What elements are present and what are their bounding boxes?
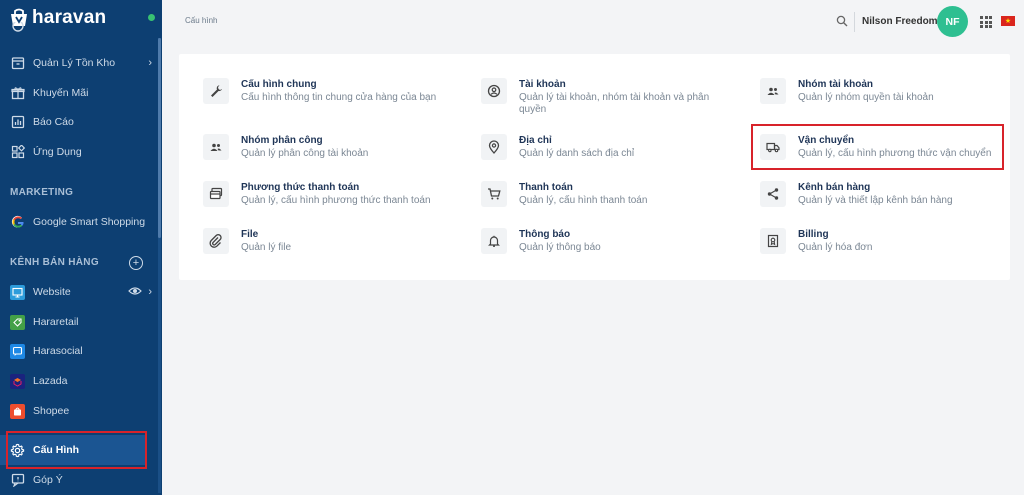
sidebar-item-label: Website bbox=[33, 286, 71, 298]
partial-icon bbox=[10, 22, 25, 34]
setting-account[interactable]: Tài khoản Quản lý tài khoản, nhóm tài kh… bbox=[481, 78, 731, 116]
top-header: Cấu hình Nilson Freedome NF ★ bbox=[162, 0, 1024, 44]
setting-desc: Quản lý file bbox=[241, 242, 292, 253]
app-grid-icon[interactable] bbox=[980, 16, 992, 28]
setting-user-group[interactable]: Nhóm tài khoản Quản lý nhóm quyền tài kh… bbox=[760, 78, 1010, 104]
settings-highlight-box bbox=[6, 431, 147, 469]
setting-title: Nhóm tài khoản bbox=[798, 79, 874, 90]
website-icon bbox=[10, 284, 25, 300]
sidebar-item-feedback[interactable]: Góp Ý bbox=[0, 466, 158, 494]
report-icon bbox=[10, 115, 25, 130]
setting-general[interactable]: Cấu hình chung Cấu hình thông tin chung … bbox=[203, 78, 453, 104]
apps-icon bbox=[10, 145, 25, 160]
setting-desc: Quản lý thông báo bbox=[519, 242, 601, 253]
sidebar-item-website[interactable]: Website › bbox=[0, 278, 158, 306]
setting-desc: Quản lý, cấu hình thanh toán bbox=[519, 195, 648, 206]
setting-title: Cấu hình chung bbox=[241, 79, 317, 90]
inventory-icon bbox=[10, 56, 25, 71]
account-icon bbox=[481, 78, 507, 104]
setting-desc: Quản lý phân công tài khoản bbox=[241, 148, 369, 159]
sidebar-item-apps[interactable]: Ứng Dụng bbox=[0, 138, 158, 166]
sidebar-item-label: Báo Cáo bbox=[33, 116, 74, 128]
vietnam-flag-icon[interactable]: ★ bbox=[1001, 16, 1015, 26]
section-title-channels: KÊNH BÁN HÀNG bbox=[10, 257, 99, 268]
setting-title: Địa chỉ bbox=[519, 135, 552, 146]
setting-address[interactable]: Địa chỉ Quản lý danh sách địa chỉ bbox=[481, 134, 731, 160]
sidebar-item-label: Lazada bbox=[33, 375, 68, 387]
setting-title: Billing bbox=[798, 229, 829, 240]
eye-icon[interactable] bbox=[128, 286, 142, 296]
breadcrumb: Cấu hình bbox=[185, 16, 218, 25]
setting-desc: Quản lý danh sách địa chỉ bbox=[519, 148, 635, 159]
google-icon bbox=[10, 215, 25, 230]
assign-group-icon bbox=[203, 134, 229, 160]
header-divider bbox=[854, 12, 855, 32]
shipping-highlight-box bbox=[751, 124, 1004, 170]
sidebar-item-label: Google Smart Shopping bbox=[33, 216, 146, 228]
sidebar-item-label: Harasocial bbox=[33, 345, 83, 357]
bell-icon bbox=[481, 228, 507, 254]
setting-sales-channels[interactable]: Kênh bán hàng Quản lý và thiết lập kênh … bbox=[760, 181, 1010, 207]
sidebar-item-label: Shopee bbox=[33, 405, 70, 417]
setting-file[interactable]: File Quản lý file bbox=[203, 228, 453, 254]
setting-desc: Quản lý, cấu hình phương thức thanh toán bbox=[241, 195, 431, 206]
setting-assign-group[interactable]: Nhóm phân công Quản lý phân công tài kho… bbox=[203, 134, 453, 160]
avatar[interactable]: NF bbox=[937, 6, 968, 37]
chevron-right-icon[interactable]: › bbox=[148, 286, 152, 298]
setting-notification[interactable]: Thông báo Quản lý thông báo bbox=[481, 228, 731, 254]
sidebar-item-inventory[interactable]: Quản Lý Tồn Kho › bbox=[0, 49, 158, 77]
share-icon bbox=[760, 181, 786, 207]
wrench-icon bbox=[203, 78, 229, 104]
sidebar-item-harasocial[interactable]: Harasocial bbox=[0, 337, 158, 365]
setting-desc: Quản lý hóa đơn bbox=[798, 242, 873, 253]
sidebar-item-google-smart-shopping[interactable]: Google Smart Shopping bbox=[0, 208, 158, 236]
section-title-marketing: MARKETING bbox=[10, 187, 74, 198]
payment-method-icon bbox=[203, 181, 229, 207]
promotion-icon bbox=[10, 86, 25, 101]
search-icon[interactable] bbox=[836, 15, 848, 27]
cart-icon bbox=[481, 181, 507, 207]
feedback-icon bbox=[10, 473, 25, 488]
sidebar-item-shopee[interactable]: Shopee bbox=[0, 397, 158, 425]
setting-desc: Cấu hình thông tin chung cửa hàng của bạ… bbox=[241, 92, 437, 103]
add-channel-icon[interactable]: + bbox=[129, 256, 143, 270]
sidebar-item-lazada[interactable]: Lazada bbox=[0, 367, 158, 395]
setting-title: Nhóm phân công bbox=[241, 135, 323, 146]
shopee-icon bbox=[10, 403, 25, 419]
online-status-dot bbox=[148, 14, 155, 21]
lazada-icon bbox=[10, 373, 25, 389]
billing-icon bbox=[760, 228, 786, 254]
sidebar-item-hararetail[interactable]: Hararetail bbox=[0, 308, 158, 336]
sidebar-item-label: Khuyến Mãi bbox=[33, 87, 89, 99]
chevron-right-icon[interactable]: › bbox=[148, 57, 152, 69]
setting-desc: Quản lý tài khoản, nhóm tài khoản và phâ… bbox=[519, 92, 710, 115]
setting-title: File bbox=[241, 229, 259, 240]
setting-title: Kênh bán hàng bbox=[798, 182, 871, 193]
sidebar-item-partial[interactable] bbox=[0, 22, 158, 40]
sidebar-item-label: Ứng Dụng bbox=[33, 146, 82, 158]
setting-title: Thông báo bbox=[519, 229, 571, 240]
setting-desc: Quản lý và thiết lập kênh bán hàng bbox=[798, 195, 953, 206]
setting-payment-method[interactable]: Phương thức thanh toán Quản lý, cấu hình… bbox=[203, 181, 453, 207]
sidebar-item-promotion[interactable]: Khuyến Mãi bbox=[0, 79, 158, 107]
setting-title: Phương thức thanh toán bbox=[241, 182, 360, 193]
user-name[interactable]: Nilson Freedome bbox=[862, 16, 943, 27]
setting-desc: Quản lý nhóm quyền tài khoản bbox=[798, 92, 934, 103]
sidebar-item-label: Hararetail bbox=[33, 316, 79, 328]
sidebar-scroll-thumb[interactable] bbox=[158, 38, 161, 238]
sidebar: haravan Quản Lý Tồn Kho › Khuyến Mãi Báo… bbox=[0, 0, 162, 495]
setting-billing[interactable]: Billing Quản lý hóa đơn bbox=[760, 228, 1010, 254]
sidebar-item-label: Quản Lý Tồn Kho bbox=[33, 57, 116, 69]
sidebar-item-report[interactable]: Báo Cáo bbox=[0, 108, 158, 136]
setting-checkout[interactable]: Thanh toán Quản lý, cấu hình thanh toán bbox=[481, 181, 731, 207]
user-group-icon bbox=[760, 78, 786, 104]
sidebar-item-label: Góp Ý bbox=[33, 474, 63, 486]
hararetail-icon bbox=[10, 314, 25, 330]
setting-title: Tài khoản bbox=[519, 79, 566, 90]
harasocial-icon bbox=[10, 343, 25, 359]
setting-title: Thanh toán bbox=[519, 182, 573, 193]
location-pin-icon bbox=[481, 134, 507, 160]
paperclip-icon bbox=[203, 228, 229, 254]
